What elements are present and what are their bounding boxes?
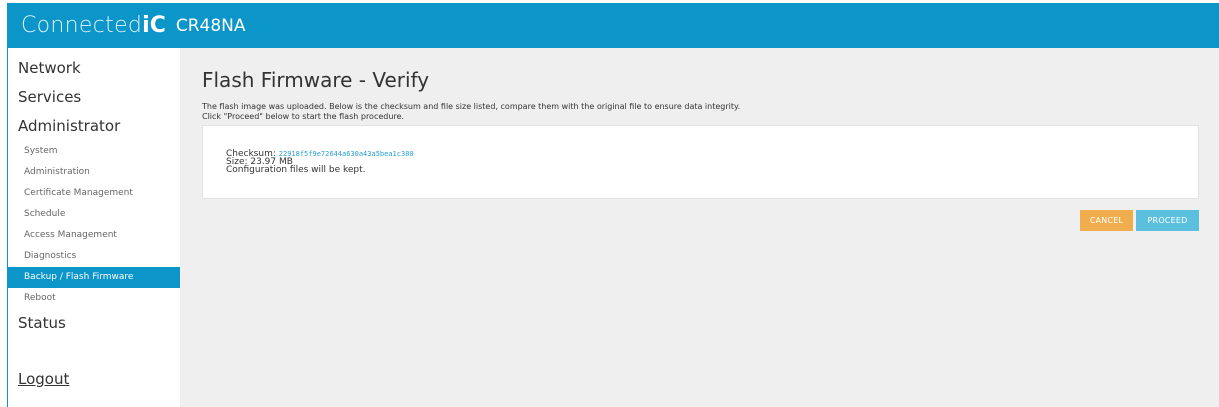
verify-panel: Checksum: 22918f5f9e72644a630a43a5bea1c3… <box>202 125 1199 199</box>
sidebar-subitem-system[interactable]: System <box>8 141 180 162</box>
brand-logo[interactable]: Connected iC <box>21 13 166 38</box>
sidebar: Network Services Administrator System Ad… <box>7 48 180 407</box>
sidebar-subitem-certificate-management[interactable]: Certificate Management <box>8 183 180 204</box>
top-header-bar: Connected iC CR48NA <box>7 3 1219 48</box>
proceed-button[interactable]: PROCEED <box>1136 210 1199 231</box>
sidebar-subitem-administration[interactable]: Administration <box>8 162 180 183</box>
page-description: The flash image was uploaded. Below is t… <box>202 102 740 122</box>
sidebar-subitem-access-management[interactable]: Access Management <box>8 225 180 246</box>
logout-link[interactable]: Logout <box>18 370 69 388</box>
sidebar-item-services[interactable]: Services <box>8 83 180 112</box>
device-model: CR48NA <box>175 15 246 36</box>
sidebar-subitem-backup-flash-firmware[interactable]: Backup / Flash Firmware <box>8 267 180 288</box>
firmware-info: Checksum: 22918f5f9e72644a630a43a5bea1c3… <box>226 150 414 175</box>
config-note: Configuration files will be kept. <box>226 165 366 175</box>
checksum-value: 22918f5f9e72644a630a43a5bea1c380 <box>278 150 414 158</box>
sidebar-subitem-schedule[interactable]: Schedule <box>8 204 180 225</box>
sidebar-subitem-diagnostics[interactable]: Diagnostics <box>8 246 180 267</box>
description-line-1: The flash image was uploaded. Below is t… <box>202 102 741 111</box>
main-content: Flash Firmware - Verify The flash image … <box>180 48 1219 407</box>
sidebar-item-network[interactable]: Network <box>8 54 180 83</box>
sidebar-item-status[interactable]: Status <box>8 309 180 338</box>
cancel-button[interactable]: CANCEL <box>1080 210 1133 231</box>
description-line-2: Click "Proceed" below to start the flash… <box>202 112 404 121</box>
sidebar-subitem-reboot[interactable]: Reboot <box>8 288 180 309</box>
brand-logo-mark: iC <box>142 13 166 38</box>
page-title: Flash Firmware - Verify <box>202 68 430 92</box>
brand-logo-text: Connected <box>21 13 143 38</box>
sidebar-item-administrator[interactable]: Administrator <box>8 112 180 141</box>
